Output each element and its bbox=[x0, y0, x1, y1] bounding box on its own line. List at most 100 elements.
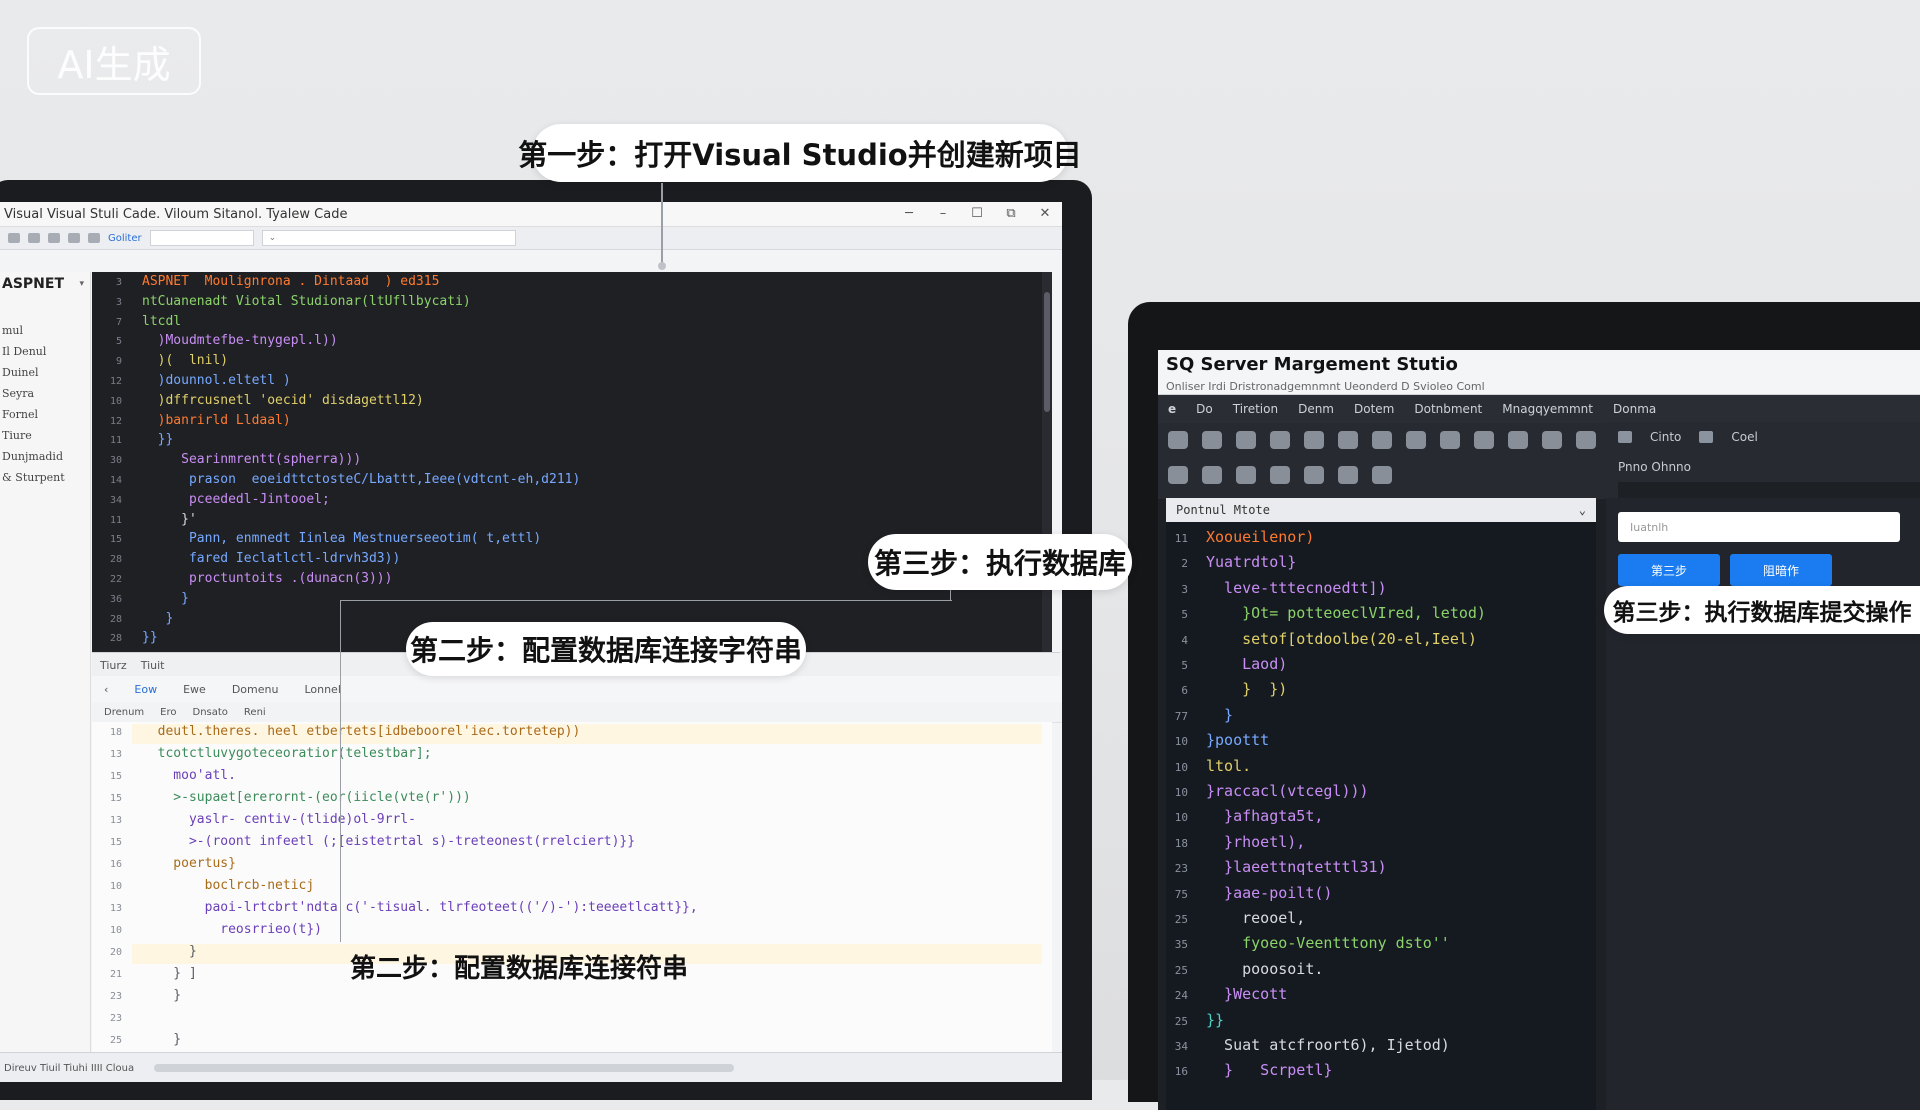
code-editor-top[interactable]: 3 ASPNET Moulignrona . Dintaad ) ed315 3 nt… bbox=[92, 272, 1052, 652]
save-all-icon[interactable] bbox=[68, 233, 80, 243]
sidebar-item[interactable]: Tiure bbox=[0, 425, 90, 446]
step-three-button[interactable]: 第三步 bbox=[1618, 554, 1720, 586]
tool-icon[interactable] bbox=[1372, 431, 1392, 449]
code-line[interactable]: 10 reosrrieo(t}) bbox=[92, 922, 322, 942]
tool-icon[interactable] bbox=[1542, 431, 1562, 449]
undo-icon[interactable] bbox=[88, 233, 100, 243]
tab-lonnel[interactable]: Lonnel bbox=[304, 683, 340, 696]
tool-icon[interactable] bbox=[1236, 466, 1256, 484]
back-icon[interactable]: ‹ bbox=[104, 683, 108, 696]
code-line[interactable]: 30 Searinmrentt(spherra))) bbox=[92, 452, 361, 472]
open-icon[interactable] bbox=[28, 233, 40, 243]
horizontal-scrollbar[interactable] bbox=[154, 1064, 735, 1072]
tool-icon[interactable] bbox=[1168, 431, 1188, 449]
code-line[interactable]: 35 fyoeo-Veentttony dsto'' bbox=[1166, 934, 1450, 954]
code-line[interactable]: 16 poertus} bbox=[92, 856, 236, 876]
code-line[interactable]: 3 ntCuanenadt Viotal Studionar(ltUfllbyca… bbox=[92, 294, 471, 314]
menu-item[interactable]: Dotem bbox=[1354, 402, 1394, 416]
code-line[interactable]: 23 bbox=[92, 1010, 142, 1030]
code-line[interactable]: 36 } bbox=[92, 591, 189, 611]
sidebar-item[interactable]: mul bbox=[0, 320, 90, 341]
code-line[interactable]: 5 )Moudmtefbe-tnygepl.l)) bbox=[92, 333, 338, 353]
code-line[interactable]: 22 proctuntoits .(dunacn(3))) bbox=[92, 571, 393, 591]
code-line[interactable]: 12 )dounnol.eltetl ) bbox=[92, 373, 291, 393]
menu-item[interactable]: Mnagqyemmnt bbox=[1502, 402, 1593, 416]
menu-item[interactable]: Do bbox=[1196, 402, 1213, 416]
code-line[interactable]: 10 )dffrcusnetl 'oecid' disdagettl12) bbox=[92, 393, 424, 413]
connection-input[interactable]: Iuatnlh bbox=[1618, 512, 1900, 542]
chevron-down-icon[interactable]: ⌄ bbox=[1579, 503, 1586, 517]
tool-icon[interactable] bbox=[1202, 466, 1222, 484]
code-line[interactable]: 13 yaslr- centiv-(tlide)ol-9rrl- bbox=[92, 812, 416, 832]
tool-icon[interactable] bbox=[1406, 431, 1426, 449]
config-select[interactable] bbox=[149, 230, 254, 246]
code-line[interactable]: 34 pceededl-Jintooel; bbox=[92, 492, 330, 512]
save-icon[interactable] bbox=[48, 233, 60, 243]
code-line[interactable]: 10 ltol. bbox=[1166, 757, 1251, 777]
execute-button[interactable]: 阻暗作 bbox=[1730, 554, 1832, 586]
chevron-down-icon[interactable]: ▾ bbox=[79, 279, 84, 289]
code-line[interactable]: 16 } Scrpetl} bbox=[1166, 1061, 1333, 1081]
code-line[interactable]: 75 }aae-poilt() bbox=[1166, 884, 1333, 904]
close-icon[interactable]: ✕ bbox=[1028, 202, 1062, 226]
code-line[interactable]: 34 Suat atcfroort6), Ijetod) bbox=[1166, 1036, 1450, 1056]
menu-item[interactable]: Donma bbox=[1613, 402, 1656, 416]
platform-select[interactable]: ⌄ bbox=[261, 230, 516, 246]
code-line[interactable]: 6 } }) bbox=[1166, 680, 1287, 700]
minimize-icon[interactable]: ─ bbox=[892, 202, 926, 226]
code-line[interactable]: 11 Xooueilenor) bbox=[1166, 528, 1315, 548]
tool-icon[interactable] bbox=[1338, 431, 1358, 449]
code-line[interactable]: 28}} bbox=[92, 630, 158, 650]
menu-item[interactable]: Tiretion bbox=[1233, 402, 1278, 416]
code-line[interactable]: 14 prason eoeidttctosteC/Lbattt,Ieee(vdt… bbox=[92, 472, 580, 492]
code-line[interactable]: 77 } bbox=[1166, 706, 1233, 726]
code-line[interactable]: 10}poottt bbox=[1166, 731, 1269, 751]
table-icon[interactable] bbox=[1699, 431, 1714, 443]
tool-icon[interactable] bbox=[1372, 466, 1392, 484]
tool-icon[interactable] bbox=[1440, 431, 1460, 449]
restore-icon[interactable]: ⧉ bbox=[994, 202, 1028, 226]
code-line[interactable]: 25}} bbox=[1166, 1011, 1224, 1031]
code-line[interactable]: 3 ASPNET Moulignrona . Dintaad ) ed315 bbox=[92, 274, 439, 294]
sidebar-item[interactable]: Il Denul bbox=[0, 341, 90, 362]
code-line[interactable]: 5 }Ot= potteoeclVIred, letod) bbox=[1166, 604, 1486, 624]
db-icon[interactable] bbox=[1618, 431, 1632, 443]
code-line[interactable]: 23 }laeettnqtetttl31) bbox=[1166, 858, 1387, 878]
toolbar-tab[interactable]: Goliter bbox=[108, 233, 142, 244]
code-line[interactable]: 2 Yuatrdtol} bbox=[1166, 553, 1296, 573]
code-line[interactable]: 25 } bbox=[92, 1032, 181, 1052]
new-file-icon[interactable] bbox=[8, 233, 20, 243]
code-line[interactable]: 11 }} bbox=[92, 432, 173, 452]
code-line[interactable]: 15 Pann, enmnedt Iinlea Mestnuerseeotim(… bbox=[92, 531, 541, 551]
query-editor[interactable]: Pontnul Mtote ⌄ 11 Xooueilenor) 2 Yuatrdtol… bbox=[1166, 498, 1596, 1110]
tool-icon[interactable] bbox=[1576, 431, 1596, 449]
maximize-icon[interactable]: ☐ bbox=[960, 202, 994, 226]
code-line[interactable]: 10 }afhagta5t, bbox=[1166, 807, 1324, 827]
tab-eow[interactable]: Eow bbox=[134, 683, 157, 696]
code-line[interactable]: 9 )( lnil) bbox=[92, 353, 228, 373]
code-line[interactable]: 15 >-(roont infeetl (;[eistetrtal s)-tre… bbox=[92, 834, 635, 854]
code-editor-bottom[interactable]: 18 deutl.theres. heel etbertets[idbeboor… bbox=[92, 722, 1052, 1052]
tab-ewe[interactable]: Ewe bbox=[183, 683, 206, 696]
app-icon[interactable]: e bbox=[1168, 402, 1176, 416]
code-line[interactable]: 18 }rhoetl), bbox=[1166, 833, 1306, 853]
tool-icon[interactable] bbox=[1338, 466, 1358, 484]
code-line[interactable]: 24 }Wecott bbox=[1166, 985, 1288, 1005]
code-line[interactable]: 13 tcotctluvygoteceoratior(telestbar]; bbox=[92, 746, 432, 766]
menu-item[interactable]: Denm bbox=[1298, 402, 1334, 416]
tool-icon[interactable] bbox=[1236, 431, 1256, 449]
tool-icon[interactable] bbox=[1270, 431, 1290, 449]
code-line[interactable]: 25 reooel, bbox=[1166, 909, 1306, 929]
code-line[interactable]: 28 } bbox=[92, 611, 173, 631]
sidebar-head[interactable]: ASPNET ▾ bbox=[0, 272, 90, 296]
code-line[interactable]: 10}raccacl(vtcegl))) bbox=[1166, 782, 1369, 802]
code-line[interactable]: 11 }' bbox=[92, 512, 197, 532]
code-line[interactable]: 25 pooosoit. bbox=[1166, 960, 1324, 980]
sidebar-item[interactable]: & Sturpent bbox=[0, 467, 90, 488]
code-line[interactable]: 20 } bbox=[92, 944, 197, 964]
tool-icon[interactable] bbox=[1270, 466, 1290, 484]
tool-label[interactable]: Cinto bbox=[1650, 430, 1681, 444]
vertical-scrollbar[interactable] bbox=[1042, 272, 1052, 652]
tool-icon[interactable] bbox=[1202, 431, 1222, 449]
tool-icon[interactable] bbox=[1304, 466, 1324, 484]
